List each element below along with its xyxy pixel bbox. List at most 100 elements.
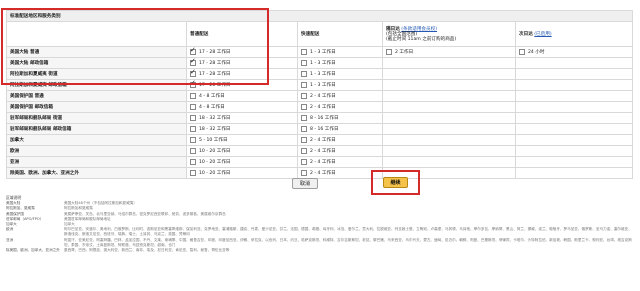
- priority-cell-option: 2 工作日: [386, 49, 512, 55]
- standard-cell-time: 18 - 32 工作日: [199, 126, 231, 132]
- table-title-row: 标准配送地区和服务类别: [5, 10, 634, 22]
- standard-cell-time: 5 - 10 工作日: [199, 137, 228, 143]
- standard-cell-option: 5 - 10 工作日: [190, 137, 294, 143]
- standard-cell-time: 10 - 20 工作日: [199, 148, 231, 154]
- standard-cell-checkbox[interactable]: [190, 148, 196, 154]
- nextday-enabled-link[interactable]: (已启用): [534, 32, 551, 37]
- standard-cell-checkbox[interactable]: [190, 59, 196, 66]
- standard-cell-option: 17 - 28 工作日: [190, 48, 294, 55]
- region-name: 美国保护国 普通: [6, 90, 187, 102]
- standard-cell-time: 17 - 28 工作日: [199, 49, 231, 55]
- express-cell-checkbox[interactable]: [301, 71, 307, 77]
- nextday-label: 次日达: [519, 31, 533, 37]
- shipping-settings-page: 标准配送地区和服务类别 普通配送 快速配送 隔日达 (条款适用会员权) (包括全…: [0, 0, 640, 291]
- priority-cell-checkbox[interactable]: [386, 49, 392, 55]
- priority-terms-link[interactable]: (条款适用会员权): [401, 27, 437, 32]
- express-cell-checkbox[interactable]: [301, 159, 307, 165]
- shipping-table-body: 标准配送地区和服务类别 普通配送 快速配送 隔日达 (条款适用会员权) (包括全…: [5, 10, 634, 179]
- priority-cell: [382, 101, 516, 113]
- nextday-cell: [514, 90, 634, 102]
- express-cell-checkbox[interactable]: [301, 126, 307, 132]
- express-cell-option: 1 - 3 工作日: [301, 82, 379, 88]
- table-row: 驻军邮局和舰队邮局 邮政信箱 18 - 32 工作日 8 - 16 工作日: [6, 123, 634, 135]
- region-info-list: 美国大陆 美国大陆48个州（不包括阿拉斯加和夏威夷） 阿拉斯加、夏威夷 阿拉斯加和夏威…: [6, 201, 634, 253]
- express-cell-option: 8 - 16 工作日: [301, 115, 379, 121]
- region-info-value: 墨西哥、巴西、阿根廷、澳大利亚、新西兰、南非、埃及、尼日利亚、肯尼亚、智利、秘鲁…: [64, 248, 230, 253]
- express-cell-checkbox[interactable]: [301, 115, 307, 121]
- region-info-row: 除美国、欧洲、加拿大、亚洲之外 墨西哥、巴西、阿根廷、澳大利亚、新西兰、南非、埃及…: [6, 248, 634, 253]
- table-title: 标准配送地区和服务类别: [5, 10, 634, 22]
- standard-cell-option: 10 - 20 工作日: [190, 159, 294, 165]
- cancel-button[interactable]: 取消: [292, 178, 318, 189]
- standard-cell-option: 18 - 32 工作日: [190, 115, 294, 121]
- standard-cell-checkbox[interactable]: [190, 104, 196, 110]
- express-cell-checkbox[interactable]: [301, 170, 307, 176]
- nextday-cell-checkbox[interactable]: [519, 49, 525, 55]
- express-cell-checkbox[interactable]: [301, 60, 307, 66]
- standard-cell-checkbox[interactable]: [190, 70, 196, 77]
- standard-cell-time: 10 - 20 工作日: [199, 170, 231, 176]
- standard-cell: 18 - 32 工作日: [186, 112, 298, 124]
- standard-cell: 5 - 10 工作日: [186, 134, 298, 146]
- header-nextday: 次日达 (已启用): [514, 21, 634, 47]
- standard-cell-time: 10 - 20 工作日: [199, 159, 231, 165]
- region-name: 美国大陆 邮政信箱: [6, 57, 187, 69]
- express-cell-checkbox[interactable]: [301, 82, 307, 88]
- express-cell: 2 - 4 工作日: [297, 156, 383, 168]
- header-priority: 隔日达 (条款适用会员权) (包括全国范围) (截止时间 11am 之前订购的商…: [382, 21, 516, 47]
- priority-cell: [382, 145, 516, 157]
- table-row: 欧洲 10 - 20 工作日 2 - 4 工作日: [6, 145, 634, 157]
- standard-cell-checkbox[interactable]: [190, 137, 196, 143]
- priority-cell: 2 工作日: [382, 46, 516, 58]
- priority-cell: [382, 156, 516, 168]
- region-info: 区域说明 美国大陆 美国大陆48个州（不包括阿拉斯加和夏威夷） 阿拉斯加、夏威夷 阿拉…: [6, 195, 634, 253]
- region-name: 欧洲: [6, 145, 187, 157]
- express-cell-checkbox[interactable]: [301, 148, 307, 154]
- express-cell: 1 - 3 工作日: [297, 79, 383, 91]
- standard-cell: 4 - 8 工作日: [186, 101, 298, 113]
- standard-cell-time: 17 - 28 工作日: [199, 82, 231, 88]
- express-cell-option: 2 - 4 工作日: [301, 137, 379, 143]
- continue-button[interactable]: 继续: [383, 177, 408, 188]
- standard-cell: 4 - 8 工作日: [186, 90, 298, 102]
- express-cell: 2 - 4 工作日: [297, 145, 383, 157]
- standard-cell-checkbox[interactable]: [190, 126, 196, 132]
- express-cell: 2 - 4 工作日: [297, 167, 383, 179]
- express-cell-checkbox[interactable]: [301, 49, 307, 55]
- header-standard: 普通配送: [186, 21, 298, 47]
- express-cell-option: 8 - 16 工作日: [301, 126, 379, 132]
- express-cell-time: 2 - 4 工作日: [310, 148, 336, 154]
- standard-cell-checkbox[interactable]: [190, 93, 196, 99]
- standard-cell-checkbox[interactable]: [190, 115, 196, 121]
- table-row: 除美国、欧洲、加拿大、亚洲之外 10 - 20 工作日 2 - 4 工作日: [6, 167, 634, 179]
- standard-cell-time: 4 - 8 工作日: [199, 104, 225, 110]
- region-name: 美国保护国 邮政信箱: [6, 101, 187, 113]
- express-cell-checkbox[interactable]: [301, 104, 307, 110]
- standard-cell-checkbox[interactable]: [190, 170, 196, 176]
- region-name: 驻军邮局和舰队邮局 邮政信箱: [6, 123, 187, 135]
- standard-cell-checkbox[interactable]: [190, 81, 196, 88]
- standard-cell-checkbox[interactable]: [190, 159, 196, 165]
- express-cell-time: 1 - 3 工作日: [310, 60, 336, 66]
- express-cell-option: 1 - 3 工作日: [301, 60, 379, 66]
- standard-cell: 17 - 28 工作日: [186, 68, 298, 80]
- priority-cell: [382, 57, 516, 69]
- standard-cell-time: 4 - 8 工作日: [199, 93, 225, 99]
- express-cell: 1 - 3 工作日: [297, 68, 383, 80]
- region-info-value: 阿富汗、亚美尼亚、阿塞拜疆、巴林、孟加拉国、不丹、文莱、柬埔寨、中国、格鲁吉亚、…: [64, 237, 632, 247]
- standard-cell-option: 17 - 28 工作日: [190, 59, 294, 66]
- express-cell-option: 2 - 4 工作日: [301, 170, 379, 176]
- standard-cell: 10 - 20 工作日: [186, 145, 298, 157]
- express-cell-checkbox[interactable]: [301, 137, 307, 143]
- standard-cell-checkbox[interactable]: [190, 48, 196, 55]
- region-name: 阿拉斯加和夏威夷 邮政信箱: [6, 79, 187, 91]
- standard-cell-option: 4 - 8 工作日: [190, 93, 294, 99]
- express-cell: 2 - 4 工作日: [297, 101, 383, 113]
- header-express: 快速配送: [297, 21, 383, 47]
- express-cell-option: 1 - 3 工作日: [301, 49, 379, 55]
- table-row: 美国保护国 邮政信箱 4 - 8 工作日 2 - 4 工作日: [6, 101, 634, 113]
- express-cell-checkbox[interactable]: [301, 93, 307, 99]
- table-row: 加拿大 5 - 10 工作日 2 - 4 工作日: [6, 134, 634, 146]
- standard-cell: 17 - 28 工作日: [186, 46, 298, 58]
- express-cell: 1 - 3 工作日: [297, 57, 383, 69]
